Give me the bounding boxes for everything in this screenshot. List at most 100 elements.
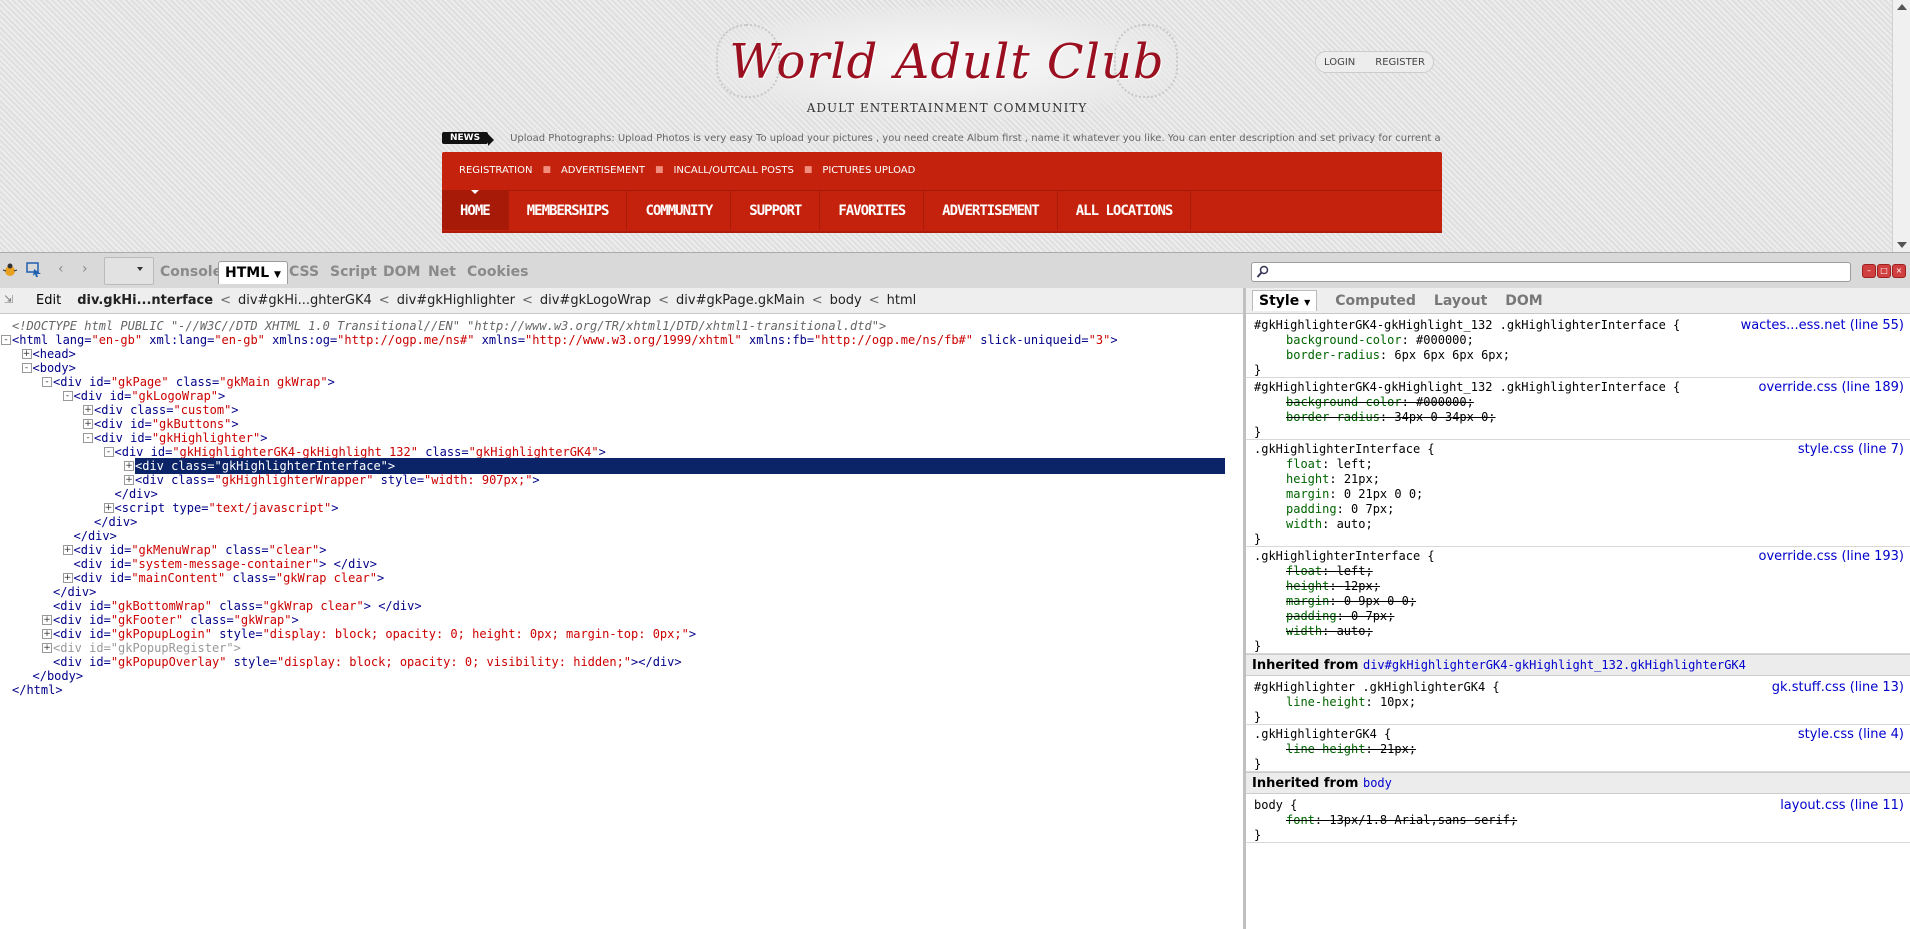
css-property[interactable]: background-color: #000000; xyxy=(1286,333,1474,347)
rule-source-link[interactable]: layout.css (line 11) xyxy=(1780,798,1904,813)
css-property[interactable]: margin: 0 21px 0 0; xyxy=(1286,487,1423,501)
breadcrumb-item[interactable]: html xyxy=(887,293,917,308)
expand-node-icon[interactable]: + xyxy=(21,349,32,359)
expand-node-icon[interactable]: + xyxy=(42,629,52,639)
tree-node-text: <div id="gkPopupOverlay" style="display:… xyxy=(53,655,682,669)
news-text[interactable]: Upload Photographs: Upload Photos is ver… xyxy=(510,133,1490,144)
breadcrumb-item[interactable]: div#gkLogoWrap xyxy=(540,293,651,308)
tab-cookies[interactable]: Cookies xyxy=(467,261,528,283)
expand-node-icon[interactable]: + xyxy=(62,545,73,555)
breadcrumb-item[interactable]: div#gkPage.gkMain xyxy=(676,293,805,308)
register-link[interactable]: REGISTER xyxy=(1375,57,1425,68)
breadcrumb-item[interactable]: div.gkHi...nterface xyxy=(77,293,213,308)
expand-node-icon[interactable]: + xyxy=(42,615,52,625)
close-icon[interactable]: × xyxy=(1892,264,1906,278)
subnav-pictures-upload[interactable]: PICTURES UPLOAD xyxy=(822,165,915,176)
css-property[interactable]: height: 12px; xyxy=(1286,579,1380,593)
tab-script[interactable]: Script xyxy=(330,261,377,283)
collapse-node-icon[interactable]: - xyxy=(21,363,32,373)
breadcrumb-item[interactable]: body xyxy=(830,293,862,308)
rule-source-link[interactable]: style.css (line 7) xyxy=(1798,442,1904,457)
inspect-icon[interactable] xyxy=(26,262,42,278)
css-property[interactable]: border-radius: 6px 6px 6px 6px; xyxy=(1286,348,1510,362)
forward-arrow-icon[interactable]: › xyxy=(82,261,88,279)
css-property[interactable]: margin: 0 9px 0 0; xyxy=(1286,594,1416,608)
nav-community[interactable]: COMMUNITY xyxy=(627,191,732,230)
nav-memberships[interactable]: MEMBERSHIPS xyxy=(509,191,628,230)
rule-selector[interactable]: #gkHighlighterGK4-gkHighlight_132 .gkHig… xyxy=(1254,380,1680,394)
subnav-advertisement[interactable]: ADVERTISEMENT xyxy=(561,165,645,176)
expand-node-icon[interactable]: + xyxy=(103,503,114,513)
tab-dom[interactable]: DOM xyxy=(383,261,420,283)
tab-computed[interactable]: Computed xyxy=(1335,293,1416,309)
tab-html[interactable]: HTML ▼ xyxy=(218,261,288,284)
collapse-node-icon[interactable]: - xyxy=(103,447,114,457)
nav-all-locations[interactable]: ALL LOCATIONS xyxy=(1058,191,1192,230)
detach-icon[interactable]: □ xyxy=(1877,264,1891,278)
expand-node-icon[interactable]: + xyxy=(42,643,52,653)
css-property[interactable]: line-height: 10px; xyxy=(1286,695,1416,709)
collapse-node-icon[interactable]: - xyxy=(1,335,11,345)
minimize-icon[interactable]: – xyxy=(1862,264,1876,278)
collapse-node-icon[interactable]: - xyxy=(42,377,52,387)
rule-source-link[interactable]: wactes...ess.net (line 55) xyxy=(1741,318,1904,333)
expand-node-icon[interactable]: + xyxy=(62,573,73,583)
nav-support[interactable]: SUPPORT xyxy=(731,191,821,230)
nav-favorites[interactable]: FAVORITES xyxy=(820,191,925,230)
breadcrumb-item[interactable]: div#gkHighlighter xyxy=(397,293,515,308)
rule-selector[interactable]: #gkHighlighterGK4-gkHighlight_132 .gkHig… xyxy=(1254,318,1680,332)
rule-source-link[interactable]: gk.stuff.css (line 13) xyxy=(1772,680,1904,695)
subnav-incall-outcall[interactable]: INCALL/OUTCALL POSTS xyxy=(673,165,793,176)
site-logo[interactable]: World Adult Club ADULT ENTERTAINMENT COM… xyxy=(708,6,1186,118)
tab-css[interactable]: CSS xyxy=(289,261,319,283)
css-property[interactable]: border-radius: 34px 0 34px 0; xyxy=(1286,410,1496,424)
breadcrumb-separator: < xyxy=(811,293,823,308)
tab-style[interactable]: Style ▼ xyxy=(1252,290,1318,311)
login-link[interactable]: LOGIN xyxy=(1324,57,1355,68)
tab-console[interactable]: Console xyxy=(160,261,222,283)
collapse-node-icon[interactable]: - xyxy=(62,391,73,401)
firebug-bug-icon[interactable] xyxy=(2,262,18,278)
back-arrow-icon[interactable]: ‹ xyxy=(58,261,64,279)
css-property[interactable]: width: auto; xyxy=(1286,517,1373,531)
tab-layout[interactable]: Layout xyxy=(1434,293,1487,309)
page-scrollbar[interactable] xyxy=(1892,0,1910,252)
expand-icon[interactable]: ⇲ xyxy=(4,293,13,306)
nav-advertisement[interactable]: ADVERTISEMENT xyxy=(924,191,1058,230)
firebug-search-input[interactable] xyxy=(1251,262,1851,282)
expand-node-icon[interactable]: + xyxy=(83,405,93,415)
css-property[interactable]: float: left; xyxy=(1286,457,1373,471)
edit-button[interactable]: Edit xyxy=(36,293,61,308)
css-property[interactable]: padding: 0 7px; xyxy=(1286,502,1394,516)
css-property[interactable]: padding: 0 7px; xyxy=(1286,609,1394,623)
scroll-up-arrow-icon[interactable] xyxy=(1897,4,1907,10)
css-property[interactable]: float: left; xyxy=(1286,564,1373,578)
rule-selector[interactable]: body { xyxy=(1254,798,1297,812)
collapse-node-icon[interactable]: - xyxy=(83,433,93,443)
expand-node-icon[interactable]: + xyxy=(124,461,134,471)
panel-dropdown[interactable] xyxy=(104,257,154,285)
rule-selector[interactable]: .gkHighlighterInterface { xyxy=(1254,442,1435,456)
rule-source-link[interactable]: override.css (line 189) xyxy=(1759,380,1904,395)
expand-node-icon[interactable]: + xyxy=(83,419,93,429)
rule-selector[interactable]: #gkHighlighter .gkHighlighterGK4 { xyxy=(1254,680,1500,694)
subnav-registration[interactable]: REGISTRATION xyxy=(459,165,532,176)
scroll-down-arrow-icon[interactable] xyxy=(1897,242,1907,248)
css-property[interactable]: font: 13px/1.8 Arial,sans-serif; xyxy=(1286,813,1517,827)
rule-source-link[interactable]: override.css (line 193) xyxy=(1759,549,1904,564)
breadcrumb-separator: < xyxy=(220,293,231,308)
breadcrumb-item[interactable]: div#gkHi...ghterGK4 xyxy=(238,293,372,308)
inherited-target[interactable]: div#gkHighlighterGK4-gkHighlight_132.gkH… xyxy=(1363,658,1746,672)
tab-net[interactable]: Net xyxy=(428,261,456,283)
rule-source-link[interactable]: style.css (line 4) xyxy=(1798,727,1904,742)
nav-home[interactable]: HOME xyxy=(442,190,509,230)
tab-side-dom[interactable]: DOM xyxy=(1505,293,1542,309)
css-property[interactable]: width: auto; xyxy=(1286,624,1373,638)
css-property[interactable]: height: 21px; xyxy=(1286,472,1380,486)
rule-selector[interactable]: .gkHighlighterInterface { xyxy=(1254,549,1435,563)
inherited-target[interactable]: body xyxy=(1363,776,1392,790)
css-property[interactable]: background-color: #000000; xyxy=(1286,395,1474,409)
rule-selector[interactable]: .gkHighlighterGK4 { xyxy=(1254,727,1391,741)
expand-node-icon[interactable]: + xyxy=(124,475,134,485)
css-property[interactable]: line-height: 21px; xyxy=(1286,742,1416,756)
